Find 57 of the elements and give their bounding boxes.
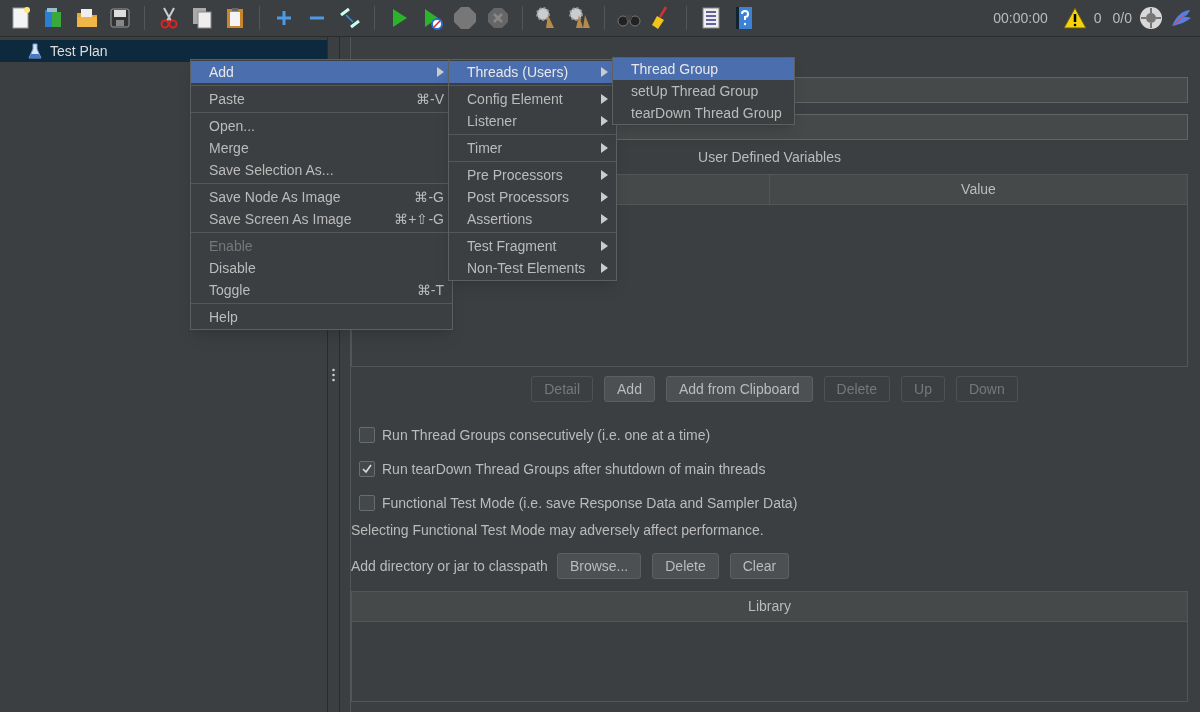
- checkbox-label: Run tearDown Thread Groups after shutdown of main threads: [382, 459, 766, 479]
- submenu-arrow-icon: [601, 67, 608, 77]
- checkbox-label: Functional Test Mode (i.e. save Response Data and Sampler Data): [382, 493, 798, 513]
- menu-item[interactable]: Help: [191, 306, 452, 328]
- save-icon[interactable]: [107, 5, 133, 31]
- flask-icon: [28, 42, 42, 60]
- remote-icon[interactable]: [1139, 6, 1163, 30]
- menu-item[interactable]: setUp Thread Group: [613, 80, 794, 102]
- menu-item[interactable]: Post Processors: [449, 186, 616, 208]
- checkbox-label: Run Thread Groups consecutively (i.e. one at a time): [382, 425, 711, 445]
- warning-note: Selecting Functional Test Mode may adversely affect performance.: [351, 521, 765, 540]
- splitter-grip-icon[interactable]: [332, 367, 335, 382]
- menu-item[interactable]: Thread Group: [613, 58, 794, 80]
- classpath-label: Add directory or jar to classpath: [351, 556, 548, 576]
- submenu-arrow-icon: [601, 170, 608, 180]
- menu-item[interactable]: tearDown Thread Group: [613, 102, 794, 124]
- menu-item[interactable]: Open...: [191, 115, 452, 137]
- submenu-arrow-icon: [601, 263, 608, 273]
- action-button[interactable]: Clear: [729, 553, 790, 579]
- checkbox[interactable]: [359, 495, 375, 511]
- menu-item[interactable]: Merge: [191, 137, 452, 159]
- submenu-arrow-icon: [601, 143, 608, 153]
- error-count: 0: [1093, 8, 1102, 28]
- tree-item[interactable]: Test Plan: [0, 40, 327, 62]
- menu-item[interactable]: Save Screen As Image ⌘+⇧-G: [191, 208, 452, 230]
- submenu-arrow-icon: [437, 67, 444, 77]
- menu-item[interactable]: Paste ⌘-V: [191, 88, 452, 110]
- submenu-arrow-icon: [601, 214, 608, 224]
- menu-item[interactable]: Listener: [449, 110, 616, 132]
- table-title: User Defined Variables: [698, 148, 841, 167]
- checkbox[interactable]: [359, 427, 375, 443]
- submenu-arrow-icon: [601, 94, 608, 104]
- submenu-arrow-icon: [601, 192, 608, 202]
- feather-logo-icon: [1170, 8, 1192, 28]
- submenu-arrow-icon: [601, 116, 608, 126]
- menu-item[interactable]: Save Node As Image ⌘-G: [191, 186, 452, 208]
- menu-item[interactable]: Non-Test Elements: [449, 257, 616, 279]
- shutdown-icon[interactable]: [485, 5, 511, 31]
- thread-count: 0/0: [1112, 8, 1132, 28]
- checkbox[interactable]: [359, 461, 375, 477]
- menu-item[interactable]: Test Fragment: [449, 235, 616, 257]
- elapsed-time: 00:00:00: [993, 8, 1048, 28]
- action-button[interactable]: Add: [604, 376, 655, 402]
- menu-item[interactable]: Save Selection As...: [191, 159, 452, 181]
- menu-item[interactable]: Assertions: [449, 208, 616, 230]
- action-button[interactable]: Delete: [652, 553, 719, 579]
- column-header[interactable]: Library: [352, 592, 1187, 622]
- menu-item[interactable]: Disable: [191, 257, 452, 279]
- submenu-arrow-icon: [601, 241, 608, 251]
- menu-item[interactable]: Toggle ⌘-T: [191, 279, 452, 301]
- menu-item[interactable]: Timer: [449, 137, 616, 159]
- menu-item[interactable]: Pre Processors: [449, 164, 616, 186]
- action-button[interactable]: Add from Clipboard: [665, 376, 813, 402]
- warning-icon[interactable]: [1062, 7, 1087, 29]
- column-header[interactable]: Value: [769, 175, 1187, 204]
- action-button[interactable]: Browse...: [556, 553, 642, 579]
- menu-item[interactable]: Config Element: [449, 88, 616, 110]
